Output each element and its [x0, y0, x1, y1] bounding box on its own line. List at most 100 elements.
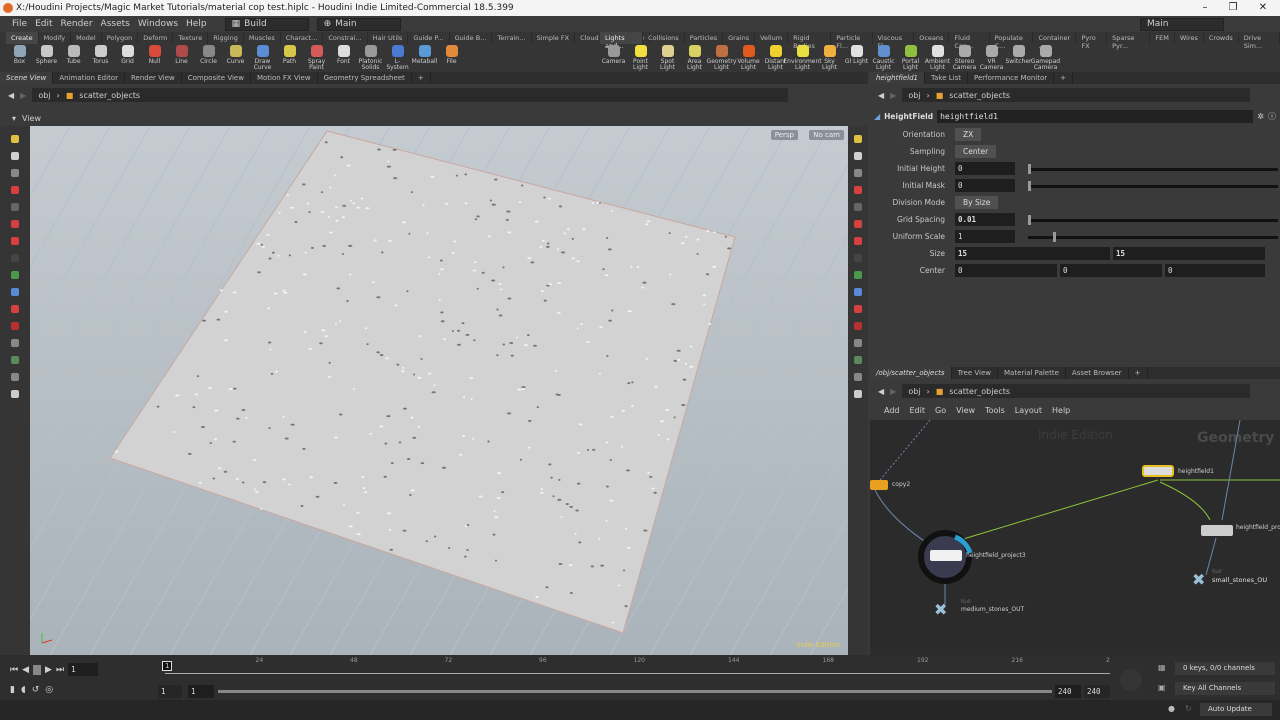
heightfield1-node[interactable]: [1142, 465, 1174, 477]
division-mode-menu[interactable]: By Size: [955, 195, 999, 209]
key-all-channels-menu[interactable]: Key All Channels: [1175, 682, 1275, 695]
grid-spacing-field[interactable]: 0.01: [955, 212, 1015, 226]
net-menu-edit[interactable]: Edit: [910, 406, 926, 415]
center-y-field[interactable]: 0: [1060, 263, 1162, 277]
viewport-tool-icon[interactable]: [854, 373, 862, 381]
add-tab-icon[interactable]: +: [1129, 367, 1148, 379]
initial-mask-field[interactable]: 0: [955, 178, 1015, 192]
orientation-menu[interactable]: ZX: [955, 127, 982, 141]
shelf-tab[interactable]: Viscous Fl...: [873, 32, 915, 50]
tab-take-list[interactable]: Take List: [925, 72, 968, 84]
refresh-icon[interactable]: ↻: [1185, 704, 1192, 713]
shelf-tab[interactable]: Particles: [685, 32, 724, 44]
viewport-tool-icon[interactable]: [11, 356, 19, 364]
viewport-tool-icon[interactable]: [11, 169, 19, 177]
add-tab-icon[interactable]: +: [412, 72, 431, 84]
menu-windows[interactable]: Windows: [138, 19, 178, 29]
shelf-tool-switcher[interactable]: Switcher: [1005, 45, 1032, 71]
shelf-tab[interactable]: Polygon: [102, 32, 139, 44]
menu-assets[interactable]: Assets: [101, 19, 130, 29]
shelf-tab[interactable]: Constrai...: [323, 32, 368, 44]
network-editor[interactable]: Indie Edition Geometry copy2 heightfield…: [870, 420, 1280, 655]
shelf-tool-curve[interactable]: Curve: [222, 45, 249, 71]
shelf-tab[interactable]: Lights and...: [600, 32, 644, 50]
tab-heightfield1[interactable]: heightfield1: [870, 72, 925, 84]
path-scatter-objects[interactable]: scatter_objects: [79, 91, 140, 100]
range-end-field[interactable]: 240: [1055, 685, 1081, 698]
viewport-tool-icon[interactable]: [854, 220, 862, 228]
viewport[interactable]: Persp No cam Indie Edition: [30, 126, 848, 655]
update-mode-menu[interactable]: Auto Update: [1200, 703, 1272, 716]
viewport-tool-icon[interactable]: [11, 152, 19, 160]
shelf-tab[interactable]: Terrain...: [492, 32, 532, 44]
viewport-tool-icon[interactable]: [854, 135, 862, 143]
net-menu-layout[interactable]: Layout: [1015, 406, 1042, 415]
size-y-field[interactable]: 15: [1113, 246, 1265, 260]
shelf-tab[interactable]: Guide B...: [450, 32, 493, 44]
shelf-tool-grid[interactable]: Grid: [114, 45, 141, 71]
viewport-tool-icon[interactable]: [854, 271, 862, 279]
viewport-tool-icon[interactable]: [11, 322, 19, 330]
path-field[interactable]: obj › ■ scatter_objects: [902, 384, 1250, 398]
shelf-tab[interactable]: Rigging: [208, 32, 244, 44]
back-arrow-icon[interactable]: ◀: [878, 91, 884, 100]
shelf-tool-area-light[interactable]: Area Light: [681, 45, 708, 71]
close-button[interactable]: ✕: [1248, 0, 1278, 16]
tab-scene-view[interactable]: Scene View: [0, 72, 54, 84]
menu-render[interactable]: Render: [61, 19, 93, 29]
main-desk-select[interactable]: ⊕ Main: [316, 17, 401, 31]
shelf-tab[interactable]: Container ...: [1033, 32, 1077, 50]
viewport-tool-icon[interactable]: [11, 305, 19, 313]
shelf-tool-platonic-solids[interactable]: Platonic Solids: [357, 45, 384, 71]
shelf-tab[interactable]: Model: [71, 32, 102, 44]
shelf-tab[interactable]: Guide P...: [408, 32, 450, 44]
viewport-tool-icon[interactable]: [854, 339, 862, 347]
forward-arrow-icon[interactable]: ▶: [890, 91, 896, 100]
grid-spacing-slider[interactable]: [1028, 215, 1278, 225]
shelf-tool-file[interactable]: File: [438, 45, 465, 71]
play-button[interactable]: ▶: [45, 665, 52, 675]
shelf-tab[interactable]: Oceans: [914, 32, 950, 44]
forward-arrow-icon[interactable]: ▶: [20, 91, 26, 100]
slider-handle[interactable]: [1028, 215, 1031, 225]
tab-composite-view[interactable]: Composite View: [182, 72, 251, 84]
viewport-tool-icon[interactable]: [11, 220, 19, 228]
settings-icon[interactable]: ◎: [45, 685, 53, 695]
tab-performance-monitor[interactable]: Performance Monitor: [968, 72, 1055, 84]
uniform-scale-slider[interactable]: [1028, 232, 1278, 242]
shelf-tab[interactable]: Simple FX: [532, 32, 576, 44]
path-obj[interactable]: obj: [38, 91, 50, 100]
uniform-scale-field[interactable]: 1: [955, 229, 1015, 243]
shelf-tool-draw-curve[interactable]: Draw Curve: [249, 45, 276, 71]
stop-button[interactable]: [33, 664, 42, 675]
viewport-tool-icon[interactable]: [11, 390, 19, 398]
help-icon[interactable]: ⓘ: [1268, 111, 1276, 122]
shelf-tool-spray-paint[interactable]: Spray Paint: [303, 45, 330, 71]
shelf-tool-ambient-light[interactable]: Ambient Light: [924, 45, 951, 71]
heightfield-project3-node[interactable]: [930, 550, 962, 561]
tab-geometry-spreadsheet[interactable]: Geometry Spreadsheet: [318, 72, 412, 84]
shelf-tab[interactable]: Drive Sim...: [1239, 32, 1280, 50]
shelf-tool-line[interactable]: Line: [168, 45, 195, 71]
viewport-tool-icon[interactable]: [854, 288, 862, 296]
viewport-tool-icon[interactable]: [854, 305, 862, 313]
shelf-tab[interactable]: Fluid Con...: [949, 32, 990, 50]
tab-render-view[interactable]: Render View: [125, 72, 182, 84]
tab-asset-browser[interactable]: Asset Browser: [1066, 367, 1129, 379]
shelf-tool-l-system[interactable]: L-System: [384, 45, 411, 71]
shelf-tool-volume-light[interactable]: Volume Light: [735, 45, 762, 71]
path-field[interactable]: obj › ■ scatter_objects: [32, 88, 788, 102]
persp-menu[interactable]: Persp: [770, 130, 798, 140]
gear-icon[interactable]: ✲: [1257, 112, 1264, 121]
shelf-tab[interactable]: Deform: [138, 32, 174, 44]
forward-arrow-icon[interactable]: ▶: [890, 387, 896, 396]
tab-material-palette[interactable]: Material Palette: [998, 367, 1066, 379]
shelf-tool-font[interactable]: Font: [330, 45, 357, 71]
minimize-button[interactable]: –: [1190, 0, 1220, 16]
shelf-tool-torus[interactable]: Torus: [87, 45, 114, 71]
viewport-tool-icon[interactable]: [11, 271, 19, 279]
shelf-tab[interactable]: Texture: [173, 32, 209, 44]
slider-handle[interactable]: [1028, 181, 1031, 191]
viewport-tool-icon[interactable]: [11, 373, 19, 381]
viewport-tool-icon[interactable]: [11, 135, 19, 143]
